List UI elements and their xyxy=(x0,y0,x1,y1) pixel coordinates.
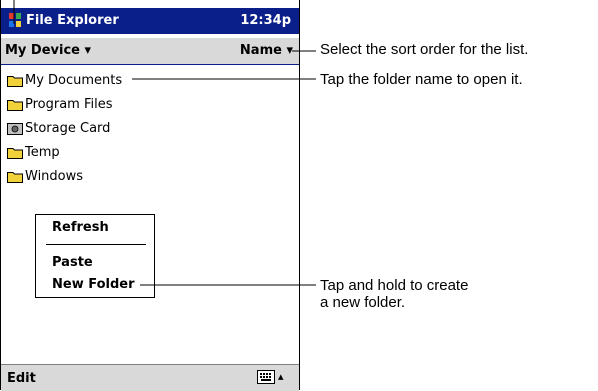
menu-item-refresh[interactable]: Refresh xyxy=(52,220,109,235)
pocketpc-screen: File Explorer 12:34p My Device ▾ Name ▾ … xyxy=(0,0,300,391)
file-name: Storage Card xyxy=(25,120,111,136)
sort-menu-label: Name xyxy=(239,43,282,58)
menu-item-new-folder[interactable]: New Folder xyxy=(52,277,135,292)
chevron-down-icon: ▾ xyxy=(286,43,293,58)
storage-card-icon xyxy=(7,122,23,135)
folder-icon xyxy=(7,171,23,183)
menu-separator xyxy=(46,244,146,245)
folder-icon xyxy=(7,147,23,159)
arrow-up-icon[interactable]: ▴ xyxy=(278,370,284,383)
file-name: Windows xyxy=(25,168,84,184)
callout-sort-order: Select the sort order for the list. xyxy=(320,41,529,58)
menu-bar: Edit ▴ xyxy=(1,364,299,391)
menu-item-paste[interactable]: Paste xyxy=(52,255,93,270)
file-name: Temp xyxy=(25,144,60,160)
keyboard-icon[interactable] xyxy=(257,370,275,384)
file-name: Program Files xyxy=(25,96,113,112)
list-item[interactable]: Temp xyxy=(7,142,60,162)
folder-icon xyxy=(7,99,23,111)
app-title: File Explorer xyxy=(26,13,119,28)
folder-toolbar: My Device ▾ Name ▾ xyxy=(1,38,299,65)
list-item[interactable]: My Documents xyxy=(7,70,122,90)
clock[interactable]: 12:34p xyxy=(240,13,291,28)
location-menu[interactable]: My Device ▾ xyxy=(5,43,91,58)
list-item[interactable]: Windows xyxy=(7,166,83,186)
list-item[interactable]: Program Files xyxy=(7,94,113,114)
file-name: My Documents xyxy=(25,72,123,88)
sort-menu[interactable]: Name ▾ xyxy=(240,43,293,58)
edit-menu[interactable]: Edit xyxy=(7,371,36,386)
context-menu: Refresh Paste New Folder xyxy=(35,214,155,298)
start-logo-icon[interactable] xyxy=(7,12,23,28)
chevron-down-icon: ▾ xyxy=(84,43,92,58)
list-item[interactable]: Storage Card xyxy=(7,118,110,138)
folder-icon xyxy=(7,75,23,87)
callout-open-folder: Tap the folder name to open it. xyxy=(320,71,523,88)
callout-new-folder: Tap and hold to create a new folder. xyxy=(320,277,469,311)
title-bar: File Explorer 12:34p xyxy=(1,8,299,34)
location-menu-label: My Device xyxy=(5,43,80,58)
